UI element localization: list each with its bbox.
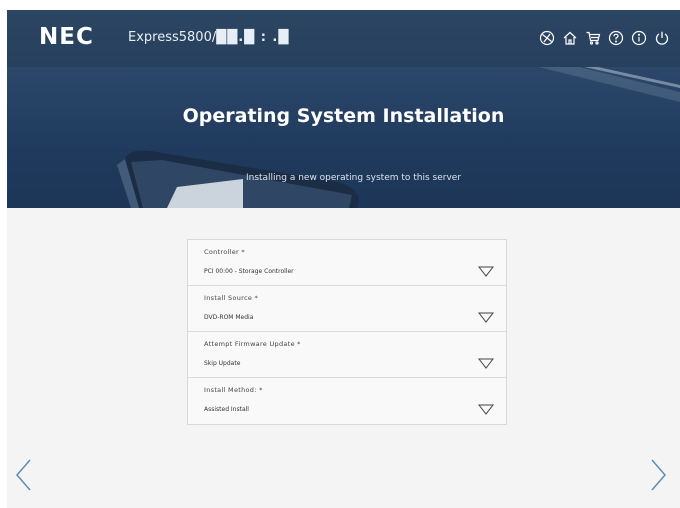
help-icon[interactable] [607, 29, 624, 46]
chevron-down-icon[interactable] [478, 404, 494, 415]
field-value: Skip Update [204, 360, 241, 367]
product-prefix: Express5800/ [128, 30, 217, 45]
previous-arrow-icon[interactable] [14, 458, 32, 492]
page-title: Operating System Installation [182, 105, 505, 127]
product-name: Express5800/██.█ : .█ [128, 30, 289, 45]
chevron-down-icon[interactable] [478, 266, 494, 277]
product-model: ██.█ : .█ [216, 30, 290, 45]
install-method-select[interactable]: Install Method: * Assisted Install [188, 378, 506, 424]
install-source-select[interactable]: Install Source * DVD-ROM Media [188, 286, 506, 332]
controller-select[interactable]: Controller * PCI 00:00 - Storage Control… [188, 240, 506, 286]
power-icon[interactable] [653, 29, 670, 46]
chevron-down-icon[interactable] [478, 312, 494, 323]
next-arrow-icon[interactable] [650, 458, 668, 492]
cart-icon[interactable] [584, 29, 601, 46]
chevron-down-icon[interactable] [478, 358, 494, 369]
brand-logo: NEC [39, 24, 94, 50]
field-value: Assisted Install [204, 406, 249, 413]
hero-banner: Operating System Installation Installing… [7, 67, 680, 208]
firmware-update-select[interactable]: Attempt Firmware Update * Skip Update [188, 332, 506, 378]
top-bar: NEC Express5800/██.█ : .█ [7, 10, 680, 67]
field-label: Attempt Firmware Update * [204, 340, 301, 348]
field-value: DVD-ROM Media [204, 314, 254, 321]
info-icon[interactable] [630, 29, 647, 46]
globe-icon[interactable] [538, 29, 555, 46]
field-label: Install Method: * [204, 386, 263, 394]
header-icon-bar [538, 29, 670, 46]
hero-decoration [117, 67, 680, 208]
install-form: Controller * PCI 00:00 - Storage Control… [187, 239, 507, 425]
app-frame: NEC Express5800/██.█ : .█ Operating Syst… [7, 10, 680, 508]
field-value: PCI 00:00 - Storage Controller [204, 268, 294, 275]
field-label: Install Source * [204, 294, 259, 302]
field-label: Controller * [204, 248, 245, 256]
page-subtitle: Installing a new operating system to thi… [245, 173, 462, 183]
home-icon[interactable] [561, 29, 578, 46]
